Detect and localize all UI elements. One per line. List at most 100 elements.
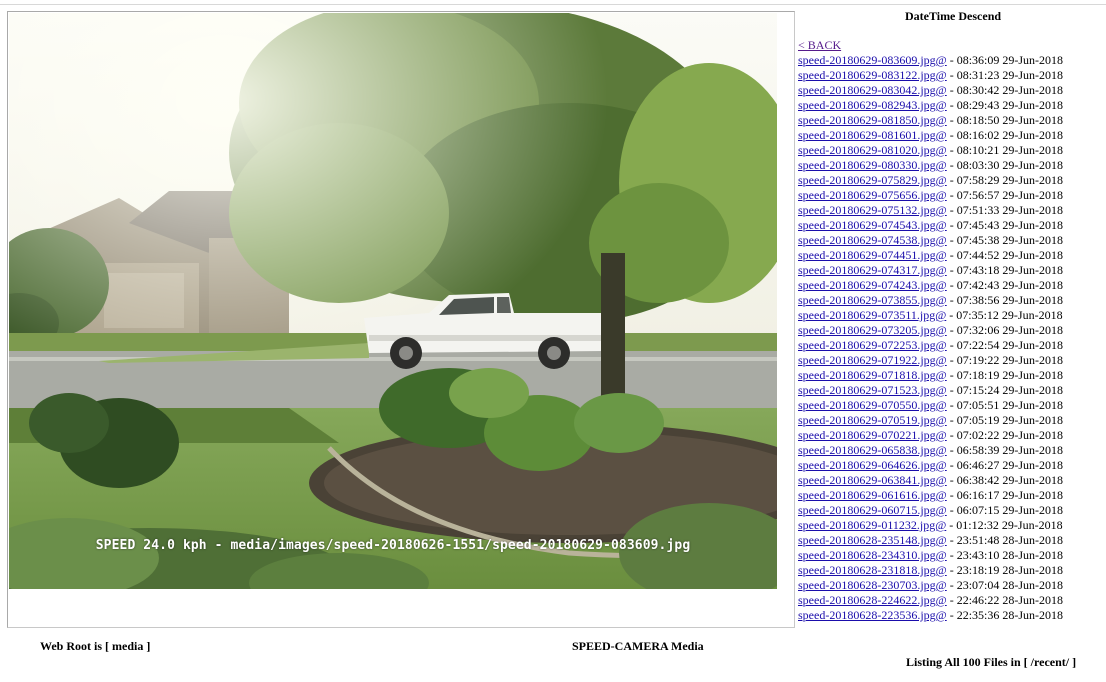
file-timestamp: - 06:58:39 29-Jun-2018	[946, 443, 1064, 457]
file-row: speed-20180629-075132.jpg@ - 07:51:33 29…	[798, 203, 1063, 218]
file-timestamp: - 23:51:48 28-Jun-2018	[946, 533, 1064, 547]
file-timestamp: - 07:45:43 29-Jun-2018	[946, 218, 1064, 232]
file-timestamp: - 07:58:29 29-Jun-2018	[946, 173, 1064, 187]
file-link[interactable]: speed-20180629-080330.jpg@	[798, 158, 947, 172]
file-row: speed-20180629-083609.jpg@ - 08:36:09 29…	[798, 53, 1063, 68]
file-row: speed-20180628-234310.jpg@ - 23:43:10 28…	[798, 548, 1063, 563]
file-link[interactable]: speed-20180629-075656.jpg@	[798, 188, 947, 202]
file-link[interactable]: speed-20180628-231818.jpg@	[798, 563, 947, 577]
file-link[interactable]: speed-20180629-063841.jpg@	[798, 473, 947, 487]
file-row: speed-20180629-061616.jpg@ - 06:16:17 29…	[798, 488, 1063, 503]
file-link[interactable]: speed-20180629-071922.jpg@	[798, 353, 947, 367]
file-link[interactable]: speed-20180629-073205.jpg@	[798, 323, 947, 337]
file-link[interactable]: speed-20180629-011232.jpg@	[798, 518, 946, 532]
back-link[interactable]: < BACK	[798, 38, 1063, 53]
file-link[interactable]: speed-20180629-081020.jpg@	[798, 143, 947, 157]
file-row: speed-20180629-073511.jpg@ - 07:35:12 29…	[798, 308, 1063, 323]
file-link[interactable]: speed-20180628-223536.jpg@	[798, 608, 947, 622]
file-timestamp: - 06:46:27 29-Jun-2018	[946, 458, 1064, 472]
file-link[interactable]: speed-20180629-083042.jpg@	[798, 83, 947, 97]
file-link[interactable]: speed-20180629-074538.jpg@	[798, 233, 947, 247]
file-timestamp: - 23:07:04 28-Jun-2018	[946, 578, 1064, 592]
file-row: speed-20180629-064626.jpg@ - 06:46:27 29…	[798, 458, 1063, 473]
file-timestamp: - 07:51:33 29-Jun-2018	[946, 203, 1064, 217]
file-timestamp: - 06:07:15 29-Jun-2018	[946, 503, 1064, 517]
file-timestamp: - 08:30:42 29-Jun-2018	[946, 83, 1064, 97]
file-link[interactable]: speed-20180628-235148.jpg@	[798, 533, 947, 547]
file-link[interactable]: speed-20180629-070519.jpg@	[798, 413, 947, 427]
file-row: speed-20180629-073205.jpg@ - 07:32:06 29…	[798, 323, 1063, 338]
file-row: speed-20180629-074317.jpg@ - 07:43:18 29…	[798, 263, 1063, 278]
file-link[interactable]: speed-20180629-082943.jpg@	[798, 98, 947, 112]
file-timestamp: - 06:38:42 29-Jun-2018	[946, 473, 1064, 487]
file-row: speed-20180629-074538.jpg@ - 07:45:38 29…	[798, 233, 1063, 248]
file-timestamp: - 07:05:51 29-Jun-2018	[946, 398, 1064, 412]
file-timestamp: - 22:35:36 28-Jun-2018	[946, 608, 1064, 622]
file-row: speed-20180628-223536.jpg@ - 22:35:36 28…	[798, 608, 1063, 623]
file-timestamp: - 07:42:43 29-Jun-2018	[946, 278, 1064, 292]
file-row: speed-20180629-081601.jpg@ - 08:16:02 29…	[798, 128, 1063, 143]
file-row: speed-20180629-065838.jpg@ - 06:58:39 29…	[798, 443, 1063, 458]
file-timestamp: - 06:16:17 29-Jun-2018	[946, 488, 1064, 502]
file-timestamp: - 07:19:22 29-Jun-2018	[946, 353, 1064, 367]
file-link[interactable]: speed-20180629-074317.jpg@	[798, 263, 947, 277]
listing-summary: Listing All 100 Files in [ /recent/ ]	[906, 655, 1077, 669]
file-timestamp: - 07:15:24 29-Jun-2018	[946, 383, 1064, 397]
file-timestamp: - 07:44:52 29-Jun-2018	[946, 248, 1064, 262]
file-row: speed-20180629-074451.jpg@ - 07:44:52 29…	[798, 248, 1063, 263]
file-row: speed-20180629-070519.jpg@ - 07:05:19 29…	[798, 413, 1063, 428]
file-link[interactable]: speed-20180629-074451.jpg@	[798, 248, 947, 262]
file-link[interactable]: speed-20180629-083122.jpg@	[798, 68, 947, 82]
photo-scene	[9, 13, 777, 589]
file-timestamp: - 23:43:10 28-Jun-2018	[946, 548, 1064, 562]
file-link[interactable]: speed-20180629-073855.jpg@	[798, 293, 947, 307]
file-row: speed-20180629-071523.jpg@ - 07:15:24 29…	[798, 383, 1063, 398]
file-timestamp: - 07:18:19 29-Jun-2018	[946, 368, 1064, 382]
file-timestamp: - 07:45:38 29-Jun-2018	[946, 233, 1064, 247]
file-link[interactable]: speed-20180629-071818.jpg@	[798, 368, 947, 382]
file-link[interactable]: speed-20180629-075829.jpg@	[798, 173, 947, 187]
file-row: speed-20180629-011232.jpg@ - 01:12:32 29…	[798, 518, 1063, 533]
file-link[interactable]: speed-20180629-074243.jpg@	[798, 278, 947, 292]
file-link[interactable]: speed-20180629-060715.jpg@	[798, 503, 947, 517]
file-row: speed-20180629-072253.jpg@ - 07:22:54 29…	[798, 338, 1063, 353]
file-timestamp: - 07:56:57 29-Jun-2018	[946, 188, 1064, 202]
file-link[interactable]: speed-20180629-072253.jpg@	[798, 338, 947, 352]
file-row: speed-20180628-235148.jpg@ - 23:51:48 28…	[798, 533, 1063, 548]
file-row: speed-20180629-075829.jpg@ - 07:58:29 29…	[798, 173, 1063, 188]
file-link[interactable]: speed-20180629-065838.jpg@	[798, 443, 947, 457]
file-row: speed-20180629-083122.jpg@ - 08:31:23 29…	[798, 68, 1063, 83]
file-link[interactable]: speed-20180629-083609.jpg@	[798, 53, 947, 67]
file-timestamp: - 08:29:43 29-Jun-2018	[946, 98, 1064, 112]
file-link[interactable]: speed-20180629-074543.jpg@	[798, 218, 947, 232]
file-link[interactable]: speed-20180629-070550.jpg@	[798, 398, 947, 412]
file-link[interactable]: speed-20180628-230703.jpg@	[798, 578, 947, 592]
file-link[interactable]: speed-20180629-081850.jpg@	[798, 113, 947, 127]
speed-camera-photo[interactable]: SPEED 24.0 kph - media/images/speed-2018…	[9, 13, 777, 589]
file-row: speed-20180629-075656.jpg@ - 07:56:57 29…	[798, 188, 1063, 203]
file-timestamp: - 07:02:22 29-Jun-2018	[946, 428, 1064, 442]
file-row: speed-20180629-080330.jpg@ - 08:03:30 29…	[798, 158, 1063, 173]
file-timestamp: - 08:36:09 29-Jun-2018	[946, 53, 1064, 67]
file-row: speed-20180629-074543.jpg@ - 07:45:43 29…	[798, 218, 1063, 233]
file-link[interactable]: speed-20180629-070221.jpg@	[798, 428, 947, 442]
sort-heading: DateTime Descend	[904, 9, 1002, 23]
file-link[interactable]: speed-20180629-073511.jpg@	[798, 308, 946, 322]
file-timestamp: - 01:12:32 29-Jun-2018	[946, 518, 1063, 532]
page-title: SPEED-CAMERA Media	[572, 639, 704, 653]
file-link[interactable]: speed-20180629-064626.jpg@	[798, 458, 947, 472]
file-timestamp: - 07:22:54 29-Jun-2018	[946, 338, 1064, 352]
file-timestamp: - 07:43:18 29-Jun-2018	[946, 263, 1064, 277]
file-link[interactable]: speed-20180629-081601.jpg@	[798, 128, 947, 142]
file-link[interactable]: speed-20180628-224622.jpg@	[798, 593, 947, 607]
file-link[interactable]: speed-20180628-234310.jpg@	[798, 548, 947, 562]
web-root-label: Web Root is [ media ]	[40, 639, 151, 653]
file-row: speed-20180628-231818.jpg@ - 23:18:19 28…	[798, 563, 1063, 578]
file-link[interactable]: speed-20180629-075132.jpg@	[798, 203, 947, 217]
file-row: speed-20180629-083042.jpg@ - 08:30:42 29…	[798, 83, 1063, 98]
file-link[interactable]: speed-20180629-071523.jpg@	[798, 383, 947, 397]
file-row: speed-20180628-224622.jpg@ - 22:46:22 28…	[798, 593, 1063, 608]
file-link[interactable]: speed-20180629-061616.jpg@	[798, 488, 947, 502]
file-timestamp: - 07:35:12 29-Jun-2018	[946, 308, 1063, 322]
top-divider	[0, 4, 1106, 5]
